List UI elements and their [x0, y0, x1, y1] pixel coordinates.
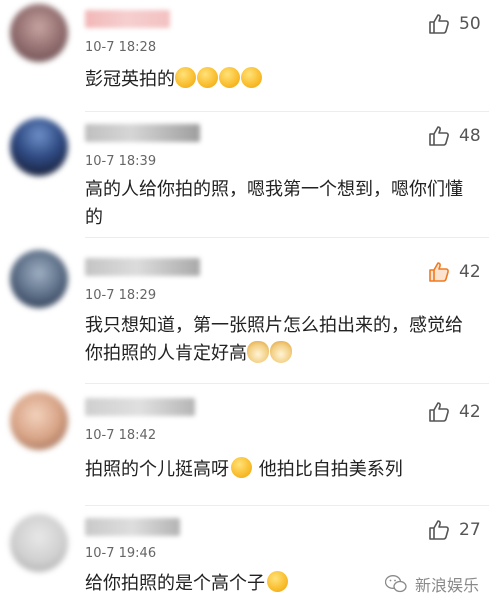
comment-text: 拍照的个儿挺高呀 他拍比自拍美系列: [85, 456, 480, 484]
like-button[interactable]: 50: [427, 12, 481, 36]
comment-time: 10-7 19:46: [85, 546, 157, 561]
username[interactable]: [85, 10, 170, 28]
like-count: 42: [459, 262, 481, 282]
comment-text-tail: 他拍比自拍美系列: [253, 459, 403, 480]
like-button[interactable]: 42: [427, 260, 481, 284]
watermark-text: 新浪娱乐: [414, 576, 479, 595]
comment-item: 10-7 18:29 我只想知道，第一张照片怎么拍出来的，感觉给你拍照的人肯定好…: [0, 238, 489, 384]
comment-time: 10-7 18:42: [85, 428, 157, 443]
avatar[interactable]: [10, 392, 68, 450]
thumbs-up-icon: [429, 402, 449, 422]
shy-emoji-icon: [267, 571, 288, 592]
comment-time: 10-7 18:39: [85, 154, 157, 169]
thumbs-up-icon: [429, 520, 449, 540]
like-button[interactable]: 48: [427, 124, 481, 148]
comment-item: 10-7 18:42 拍照的个儿挺高呀 他拍比自拍美系列 42: [0, 384, 489, 506]
username[interactable]: [85, 124, 200, 142]
username[interactable]: [85, 258, 200, 276]
comment-time: 10-7 18:28: [85, 40, 157, 55]
username[interactable]: [85, 518, 180, 536]
thumbs-up-icon: [429, 14, 449, 34]
like-count: 27: [459, 520, 481, 540]
like-count: 50: [459, 14, 481, 34]
avatar[interactable]: [10, 514, 68, 572]
comment-text-main: 拍照的个儿挺高呀: [85, 459, 229, 480]
comment-text: 彭冠英拍的: [85, 66, 480, 94]
smile-emoji-icon: [241, 67, 262, 88]
watermark: 新浪娱乐: [384, 572, 479, 596]
comment-text-main: 彭冠英拍的: [85, 69, 175, 90]
comment-item: 10-7 18:39 高的人给你拍的照，嗯我第一个想到，嗯你们懂的 48: [0, 112, 489, 238]
comment-time: 10-7 18:29: [85, 288, 157, 303]
comment-text: 我只想知道，第一张照片怎么拍出来的，感觉给你拍照的人肯定好高: [85, 312, 467, 368]
avatar[interactable]: [10, 4, 68, 62]
comment-text: 高的人给你拍的照，嗯我第一个想到，嗯你们懂的: [85, 179, 463, 228]
comment-item: 10-7 18:28 彭冠英拍的 50: [0, 0, 489, 112]
thumbs-up-icon: [429, 262, 449, 282]
comment-text-main: 给你拍照的是个高个子: [85, 573, 265, 594]
avatar[interactable]: [10, 250, 68, 308]
username[interactable]: [85, 398, 195, 416]
smile-emoji-icon: [175, 67, 196, 88]
comment-text: 给你拍照的是个高个子: [85, 570, 385, 598]
like-count: 48: [459, 126, 481, 146]
like-button[interactable]: 27: [427, 518, 481, 542]
like-button[interactable]: 42: [427, 400, 481, 424]
doge-emoji-icon: [270, 341, 292, 363]
wechat-logo-icon: [384, 575, 407, 593]
doge-emoji-icon: [247, 341, 269, 363]
avatar[interactable]: [10, 118, 68, 176]
grin-emoji-icon: [231, 457, 252, 478]
thumbs-up-icon: [429, 126, 449, 146]
smile-emoji-icon: [219, 67, 240, 88]
like-count: 42: [459, 402, 481, 422]
smile-emoji-icon: [197, 67, 218, 88]
